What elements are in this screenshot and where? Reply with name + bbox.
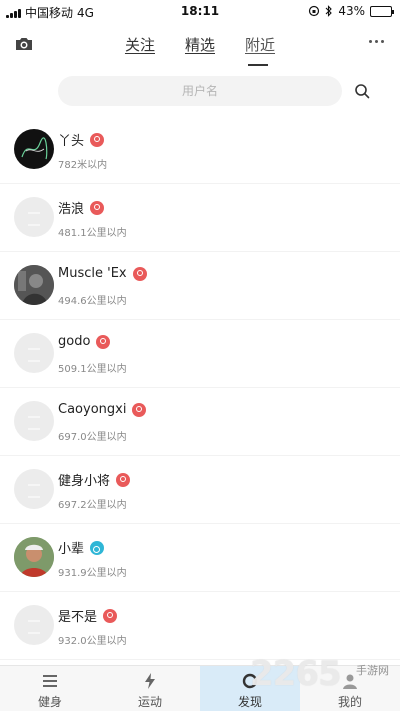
list-item[interactable]: 小辈 931.9公里以内 xyxy=(0,524,400,592)
user-name-text: 是不是 xyxy=(58,610,98,625)
list-item[interactable]: 健身小将 697.2公里以内 xyxy=(0,456,400,524)
user-name-text: Caoyongxi xyxy=(58,402,127,417)
nav-item-profile[interactable]: 我的 xyxy=(300,666,400,711)
tab-nearby[interactable]: 附近 xyxy=(245,34,275,55)
nearby-user-list: 丫头 782米以内 浩浪 481.1公里以内 Muscle 'Ex 494.6公… xyxy=(0,116,400,660)
bottom-nav: 健身 运动 发现 我的 xyxy=(0,665,400,711)
location-pin-icon xyxy=(116,472,131,487)
discover-icon xyxy=(242,673,258,689)
user-name-text: Muscle 'Ex xyxy=(58,266,127,281)
nav-label: 我的 xyxy=(337,695,362,709)
user-name: Caoyongxi xyxy=(58,402,147,417)
user-name: 小辈 xyxy=(58,538,105,557)
search-row xyxy=(0,76,400,108)
list-item[interactable]: 是不是 932.0公里以内 xyxy=(0,592,400,660)
user-name-text: 小辈 xyxy=(58,542,85,557)
list-item[interactable]: godo 509.1公里以内 xyxy=(0,320,400,388)
list-icon xyxy=(43,675,57,687)
nav-label: 运动 xyxy=(137,695,162,709)
distance-label: 494.6公里以内 xyxy=(58,296,127,307)
location-pin-icon xyxy=(90,200,105,215)
nav-label: 健身 xyxy=(37,695,62,709)
bluetooth-icon xyxy=(325,5,333,17)
tab-indicator xyxy=(248,64,268,66)
avatar[interactable] xyxy=(14,469,54,509)
status-bar: 中国移动 4G 18:11 43% xyxy=(0,0,400,22)
location-pin-icon xyxy=(96,334,111,349)
user-name: 丫头 xyxy=(58,130,105,149)
user-name-text: 浩浪 xyxy=(58,202,85,217)
distance-label: 697.2公里以内 xyxy=(58,500,127,511)
battery-icon xyxy=(370,5,394,17)
user-name-text: godo xyxy=(58,334,91,349)
distance-label: 697.0公里以内 xyxy=(58,432,127,443)
male-gender-icon xyxy=(90,540,105,555)
nav-item-sports[interactable]: 运动 xyxy=(100,666,200,711)
search-icon[interactable] xyxy=(354,83,370,99)
tab-bar: 关注 精选 附近 xyxy=(0,34,400,55)
avatar[interactable] xyxy=(14,401,54,441)
avatar[interactable] xyxy=(14,197,54,237)
lightning-icon xyxy=(145,673,155,689)
list-item[interactable]: 浩浪 481.1公里以内 xyxy=(0,184,400,252)
lock-rotation-icon xyxy=(309,5,320,17)
nav-item-discover[interactable]: 发现 xyxy=(200,666,300,711)
list-item[interactable]: Muscle 'Ex 494.6公里以内 xyxy=(0,252,400,320)
distance-label: 481.1公里以内 xyxy=(58,228,127,239)
location-pin-icon xyxy=(90,132,105,147)
avatar[interactable] xyxy=(14,129,54,169)
distance-label: 931.9公里以内 xyxy=(58,568,127,579)
user-name-text: 健身小将 xyxy=(58,474,111,489)
avatar[interactable] xyxy=(14,605,54,645)
user-name: Muscle 'Ex xyxy=(58,266,147,281)
user-name-text: 丫头 xyxy=(58,134,85,149)
avatar[interactable] xyxy=(14,265,54,305)
nav-item-fitness[interactable]: 健身 xyxy=(0,666,100,711)
nav-label: 发现 xyxy=(237,695,262,709)
list-item[interactable]: Caoyongxi 697.0公里以内 xyxy=(0,388,400,456)
header: 关注 精选 附近 xyxy=(0,22,400,68)
avatar[interactable] xyxy=(14,333,54,373)
status-right: 43% xyxy=(308,4,394,18)
profile-icon xyxy=(343,674,357,689)
tab-following[interactable]: 关注 xyxy=(125,34,155,55)
battery-label: 43% xyxy=(338,4,365,18)
location-pin-icon xyxy=(103,608,118,623)
distance-label: 509.1公里以内 xyxy=(58,364,127,375)
search-input[interactable] xyxy=(58,76,342,106)
user-name: godo xyxy=(58,334,111,349)
list-item[interactable]: 丫头 782米以内 xyxy=(0,116,400,184)
distance-label: 782米以内 xyxy=(58,160,108,171)
avatar[interactable] xyxy=(14,537,54,577)
user-name: 健身小将 xyxy=(58,470,131,489)
user-name: 浩浪 xyxy=(58,198,105,217)
location-pin-icon xyxy=(132,266,147,281)
user-name: 是不是 xyxy=(58,606,118,625)
location-pin-icon xyxy=(132,402,147,417)
tab-featured[interactable]: 精选 xyxy=(185,34,215,55)
more-icon[interactable] xyxy=(369,40,384,43)
distance-label: 932.0公里以内 xyxy=(58,636,127,647)
